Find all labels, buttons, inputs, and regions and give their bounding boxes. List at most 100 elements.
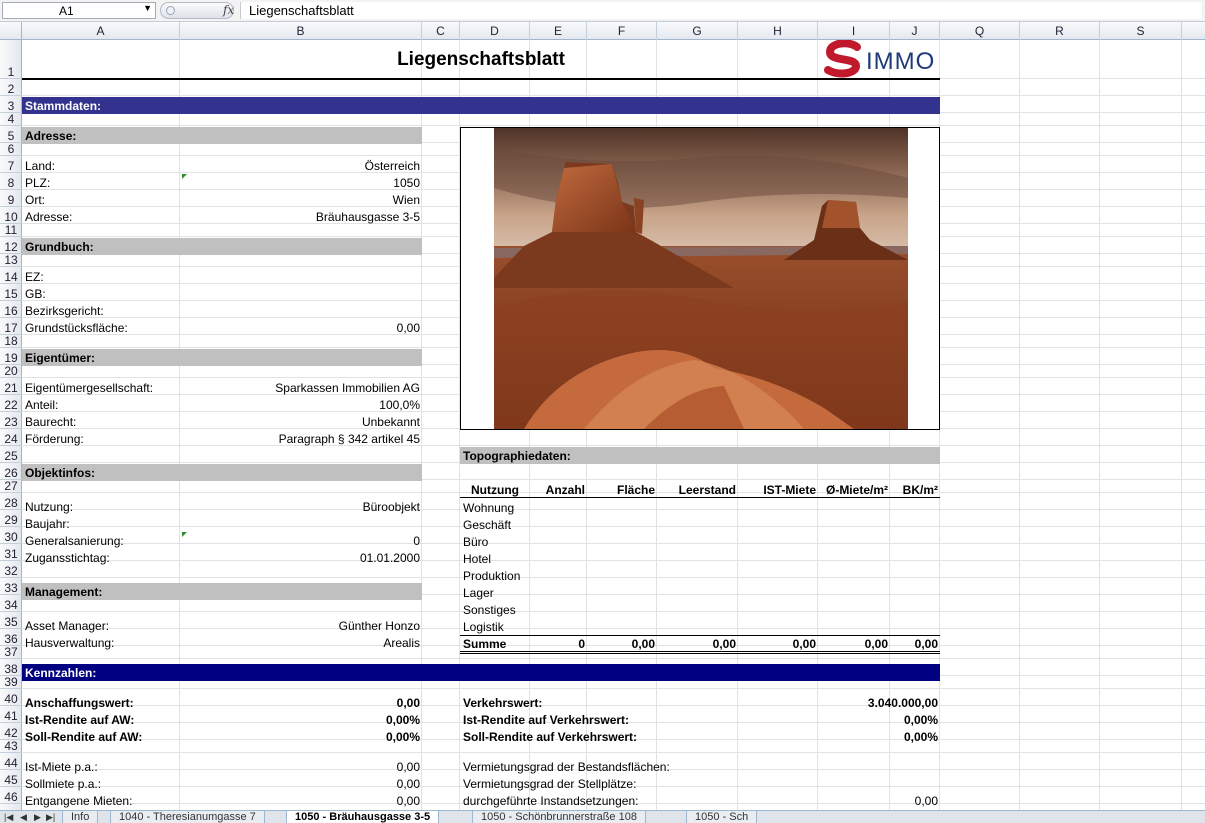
row-header[interactable]: 33 bbox=[0, 578, 22, 595]
topo-row-label: Hotel bbox=[463, 552, 492, 566]
summe-value: 0 bbox=[578, 637, 585, 651]
row-header[interactable]: 43 bbox=[0, 740, 22, 753]
row-header[interactable]: 9 bbox=[0, 190, 22, 207]
row-header[interactable]: 44 bbox=[0, 753, 22, 770]
row-header[interactable]: 16 bbox=[0, 301, 22, 318]
insert-function-icon[interactable]: fx bbox=[223, 3, 234, 17]
column-header[interactable]: I bbox=[818, 22, 890, 40]
row-header[interactable]: 23 bbox=[0, 412, 22, 429]
anschaffungswert-value: 0,00 bbox=[396, 696, 420, 710]
row-header[interactable]: 27 bbox=[0, 480, 22, 493]
row-header[interactable]: 30 bbox=[0, 527, 22, 544]
column-header[interactable]: S bbox=[1100, 22, 1182, 40]
row-header[interactable]: 25 bbox=[0, 446, 22, 463]
subheader-adresse: Adresse: bbox=[22, 127, 422, 144]
row-header[interactable]: 39 bbox=[0, 676, 22, 689]
sheet-tab[interactable]: Info bbox=[62, 811, 99, 823]
row-header[interactable]: 42 bbox=[0, 723, 22, 740]
column-header[interactable]: Q bbox=[940, 22, 1020, 40]
nutzung-value: Büroobjekt bbox=[362, 500, 420, 514]
column-header[interactable]: R bbox=[1020, 22, 1100, 40]
row-header[interactable]: 2 bbox=[0, 79, 22, 96]
row-header[interactable]: 22 bbox=[0, 395, 22, 412]
column-header[interactable]: A bbox=[22, 22, 180, 40]
topo-row-label: Sonstiges bbox=[463, 603, 516, 617]
topo-column-header: Nutzung bbox=[471, 483, 519, 497]
row-header[interactable]: 5 bbox=[0, 126, 22, 143]
row-header[interactable]: 26 bbox=[0, 463, 22, 480]
column-header[interactable]: G bbox=[657, 22, 738, 40]
row-header[interactable]: 18 bbox=[0, 335, 22, 348]
property-image-frame[interactable] bbox=[460, 127, 940, 430]
topo-row-label: Wohnung bbox=[463, 501, 515, 515]
subheader-title: Objektinfos: bbox=[25, 466, 96, 480]
column-header[interactable]: B bbox=[180, 22, 422, 40]
row-header[interactable]: 3 bbox=[0, 96, 22, 113]
title-underline bbox=[22, 78, 940, 80]
row-header[interactable]: 45 bbox=[0, 770, 22, 787]
subheader-eigentuemer: Eigentümer: bbox=[22, 349, 422, 366]
name-box[interactable]: A1 ▼ bbox=[2, 2, 156, 19]
column-header[interactable]: H bbox=[738, 22, 818, 40]
row-header[interactable]: 40 bbox=[0, 689, 22, 706]
column-gridline bbox=[1099, 40, 1100, 810]
sheet-tab[interactable]: 1040 - Theresianumgasse 7 bbox=[110, 811, 265, 823]
column-header[interactable]: C bbox=[422, 22, 460, 40]
subheader-title: Adresse: bbox=[25, 129, 77, 143]
row-header[interactable]: 32 bbox=[0, 561, 22, 578]
sheet-tab[interactable]: 1050 - Sch bbox=[686, 811, 758, 823]
row-header[interactable]: 6 bbox=[0, 143, 22, 156]
first-sheet-icon[interactable]: |◀ bbox=[4, 811, 13, 823]
row-header[interactable]: 4 bbox=[0, 113, 22, 126]
row-header[interactable]: 19 bbox=[0, 348, 22, 365]
resize-handle-icon[interactable] bbox=[166, 6, 175, 15]
row-header[interactable]: 20 bbox=[0, 365, 22, 378]
soll-rendite-vw-value: 0,00% bbox=[903, 730, 938, 744]
row-header[interactable]: 37 bbox=[0, 646, 22, 659]
row-header[interactable]: 21 bbox=[0, 378, 22, 395]
topo-row-label: Logistik bbox=[463, 620, 504, 634]
zugangsstichtag-label: Zugansstichtag: bbox=[25, 551, 110, 565]
row-gridline bbox=[22, 577, 1205, 578]
select-all-corner[interactable] bbox=[0, 22, 22, 40]
column-header[interactable]: E bbox=[530, 22, 587, 40]
row-header[interactable]: 41 bbox=[0, 706, 22, 723]
row-header[interactable]: 8 bbox=[0, 173, 22, 190]
column-header[interactable]: F bbox=[587, 22, 657, 40]
anteil-label: Anteil: bbox=[25, 398, 59, 412]
dropdown-arrow-icon[interactable]: ▼ bbox=[143, 3, 152, 13]
ist-rendite-aw-label: Ist-Rendite auf AW: bbox=[25, 713, 135, 727]
summe-value: 0,00 bbox=[864, 637, 888, 651]
column-header[interactable]: D bbox=[460, 22, 530, 40]
row-header[interactable]: 31 bbox=[0, 544, 22, 561]
row-header[interactable]: 29 bbox=[0, 510, 22, 527]
row-header[interactable]: 24 bbox=[0, 429, 22, 446]
ist-miete-value: 0,00 bbox=[396, 760, 420, 774]
row-header[interactable]: 17 bbox=[0, 318, 22, 335]
row-header[interactable]: 12 bbox=[0, 237, 22, 254]
row-header[interactable]: 28 bbox=[0, 493, 22, 510]
row-header[interactable]: 38 bbox=[0, 659, 22, 676]
worksheet-grid[interactable]: Liegenschaftsblatt IMMO Stammdaten: Adre… bbox=[22, 40, 1205, 810]
row-header[interactable]: 46 bbox=[0, 787, 22, 804]
row-header[interactable]: 34 bbox=[0, 595, 22, 612]
prev-sheet-icon[interactable]: ◀ bbox=[20, 811, 27, 823]
row-header[interactable]: 13 bbox=[0, 254, 22, 267]
row-header[interactable]: 36 bbox=[0, 629, 22, 646]
formula-input[interactable]: Liegenschaftsblatt bbox=[240, 2, 1202, 19]
subheader-objektinfos: Objektinfos: bbox=[22, 464, 422, 481]
row-header[interactable]: 1 bbox=[0, 40, 22, 79]
row-header[interactable]: 7 bbox=[0, 156, 22, 173]
row-header[interactable]: 14 bbox=[0, 267, 22, 284]
subheader-management: Management: bbox=[22, 583, 422, 600]
sheet-tab[interactable]: 1050 - Schönbrunnerstraße 108 bbox=[472, 811, 646, 823]
topo-column-header: Fläche bbox=[616, 483, 655, 497]
row-header[interactable]: 15 bbox=[0, 284, 22, 301]
row-header[interactable]: 11 bbox=[0, 224, 22, 237]
row-header[interactable]: 35 bbox=[0, 612, 22, 629]
row-header[interactable]: 10 bbox=[0, 207, 22, 224]
last-sheet-icon[interactable]: ▶| bbox=[46, 811, 55, 823]
next-sheet-icon[interactable]: ▶ bbox=[34, 811, 41, 823]
column-header[interactable]: J bbox=[890, 22, 940, 40]
sheet-tab[interactable]: 1050 - Bräuhausgasse 3-5 bbox=[286, 811, 440, 823]
